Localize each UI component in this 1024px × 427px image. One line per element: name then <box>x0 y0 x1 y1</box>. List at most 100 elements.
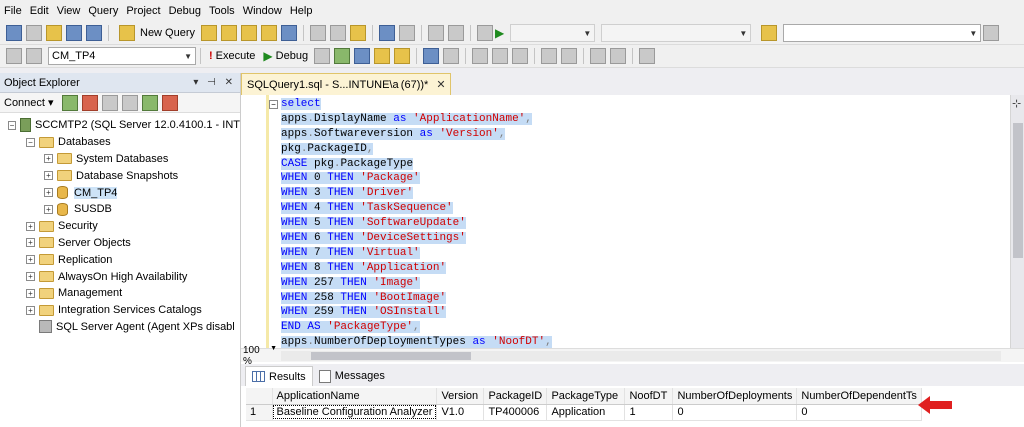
refresh-icon[interactable] <box>141 94 158 111</box>
tree-node-replication[interactable]: + Replication <box>0 251 240 268</box>
analysis-query-icon[interactable] <box>221 25 238 41</box>
tree-node-system-databases[interactable]: + System Databases <box>0 151 240 168</box>
row-header-corner[interactable] <box>246 388 273 405</box>
add-item-icon[interactable] <box>26 25 42 41</box>
menu-item-help[interactable]: Help <box>290 5 321 17</box>
connect-server-icon[interactable] <box>61 94 78 111</box>
tree-node-sql-agent[interactable]: SQL Server Agent (Agent XPs disabl <box>0 319 240 336</box>
tree-node-databases[interactable]: − Databases <box>0 134 240 151</box>
code-line[interactable]: WHEN 0 THEN 'Package' <box>281 171 552 186</box>
tree-node-alwayson[interactable]: + AlwaysOn High Availability <box>0 268 240 285</box>
parse-icon[interactable] <box>334 48 351 64</box>
activity-monitor-icon[interactable] <box>161 94 178 111</box>
column-header[interactable]: ApplicationName <box>272 388 438 405</box>
live-stats-icon[interactable] <box>423 48 440 64</box>
expand-toggle[interactable]: + <box>44 204 53 214</box>
tree-node-server-objects[interactable]: + Server Objects <box>0 235 240 252</box>
mdx-query-icon[interactable] <box>241 25 258 41</box>
new-project-icon[interactable] <box>6 25 22 41</box>
comment-icon[interactable] <box>541 48 558 64</box>
stop-icon[interactable] <box>101 94 118 111</box>
menu-item-file[interactable]: File <box>4 5 30 17</box>
execute-button[interactable]: ! Execute <box>205 50 259 62</box>
vertical-scrollbar[interactable]: ⊹ <box>1010 95 1024 348</box>
table-cell[interactable]: 0 <box>796 404 922 421</box>
display-plan-icon[interactable] <box>354 48 371 64</box>
cut-icon[interactable] <box>310 25 327 41</box>
code-line[interactable]: WHEN 258 THEN 'BootImage' <box>281 291 552 306</box>
menu-item-edit[interactable]: Edit <box>30 5 57 17</box>
code-line[interactable]: END AS 'PackageType', <box>281 320 552 335</box>
debug-button[interactable]: ▶ Debug <box>259 49 312 63</box>
column-header[interactable]: Version <box>436 388 485 405</box>
open-file-icon[interactable] <box>46 25 62 41</box>
tree-node-management[interactable]: + Management <box>0 285 240 302</box>
table-cell[interactable]: TP400006 <box>483 404 548 421</box>
tree-node-server[interactable]: − SCCMTP2 (SQL Server 12.0.4100.1 - INT <box>0 117 240 134</box>
code-line[interactable]: apps.Softwareversion as 'Version', <box>281 127 552 142</box>
code-line[interactable]: WHEN 3 THEN 'Driver' <box>281 186 552 201</box>
tab-sqlquery1[interactable]: SQLQuery1.sql - S...INTUNE\a (67))* ✕ <box>241 73 451 95</box>
navigate-icon[interactable] <box>428 25 445 41</box>
results-to-text-icon[interactable] <box>472 48 489 64</box>
menu-item-debug[interactable]: Debug <box>169 5 209 17</box>
tree-node-integration-services[interactable]: + Integration Services Catalogs <box>0 302 240 319</box>
code-editor[interactable]: − select apps.DisplayName as 'Application… <box>241 95 1010 348</box>
specify-values-icon[interactable] <box>639 48 656 64</box>
debug-target-icon[interactable] <box>477 25 494 41</box>
save-all-icon[interactable] <box>86 25 102 41</box>
results-to-grid-icon[interactable] <box>492 48 509 64</box>
collapse-toggle[interactable]: − <box>8 120 16 130</box>
tab-results[interactable]: Results <box>245 366 313 386</box>
expand-toggle[interactable]: + <box>26 305 35 315</box>
solution-platform-select[interactable]: ▼ <box>601 24 752 42</box>
dmx-query-icon[interactable] <box>261 25 278 41</box>
menu-item-tools[interactable]: Tools <box>209 5 243 17</box>
menu-item-window[interactable]: Window <box>243 5 290 17</box>
tree-node-db-cm-tp4[interactable]: + CM_TP4 <box>0 184 240 201</box>
table-cell[interactable]: Application <box>546 404 626 421</box>
column-header[interactable]: NumberOfDeployments <box>672 388 798 405</box>
increase-indent-icon[interactable] <box>610 48 627 64</box>
table-cell[interactable]: V1.0 <box>436 404 485 421</box>
undo-icon[interactable] <box>379 25 396 41</box>
sql-code[interactable]: select apps.DisplayName as 'ApplicationNa… <box>281 97 552 348</box>
solution-config-select[interactable]: ▼ <box>510 24 596 42</box>
tree-node-database-snapshots[interactable]: + Database Snapshots <box>0 167 240 184</box>
tree-node-security[interactable]: + Security <box>0 218 240 235</box>
change-connection-icon[interactable] <box>26 48 42 64</box>
horizontal-scrollbar[interactable] <box>281 351 1001 361</box>
scrollbar-thumb[interactable] <box>311 352 471 360</box>
menu-item-view[interactable]: View <box>57 5 89 17</box>
collapse-toggle[interactable]: − <box>26 137 35 147</box>
connect-icon[interactable] <box>6 48 22 64</box>
save-icon[interactable] <box>66 25 82 41</box>
database-engine-query-icon[interactable] <box>201 25 218 41</box>
code-line[interactable]: WHEN 259 THEN 'OSInstall' <box>281 305 552 320</box>
panel-pin-controls[interactable]: ▾ ⊣ ✕ <box>193 77 236 88</box>
table-cell[interactable]: 0 <box>672 404 798 421</box>
table-cell[interactable]: 1 <box>624 404 674 421</box>
results-to-file-icon[interactable] <box>512 48 529 64</box>
code-line[interactable]: WHEN 257 THEN 'Image' <box>281 276 552 291</box>
table-row[interactable]: 1 Baseline Configuration Analyzer V1.0 T… <box>246 404 922 421</box>
outline-collapse-toggle[interactable]: − <box>269 100 278 109</box>
find-options-icon[interactable] <box>983 25 1000 41</box>
expand-toggle[interactable]: + <box>26 221 35 231</box>
code-line[interactable]: WHEN 5 THEN 'SoftwareUpdate' <box>281 216 552 231</box>
expand-toggle[interactable]: + <box>26 272 35 282</box>
query-designer-icon[interactable] <box>374 48 391 64</box>
client-stats-icon[interactable] <box>443 48 460 64</box>
copy-icon[interactable] <box>330 25 347 41</box>
new-query-button[interactable]: New Query <box>113 25 199 41</box>
code-line[interactable]: apps.DisplayName as 'ApplicationName', <box>281 112 552 127</box>
find-in-files-icon[interactable] <box>761 25 778 41</box>
code-line[interactable]: select <box>281 97 552 112</box>
code-line[interactable]: CASE pkg.PackageType <box>281 157 552 172</box>
column-header[interactable]: PackageType <box>546 388 626 405</box>
results-table[interactable]: ApplicationName Version PackageID Packag… <box>246 388 922 421</box>
cancel-query-icon[interactable] <box>314 48 331 64</box>
row-number[interactable]: 1 <box>246 404 273 421</box>
code-line[interactable]: WHEN 4 THEN 'TaskSequence' <box>281 201 552 216</box>
scrollbar-thumb[interactable] <box>1013 123 1023 258</box>
